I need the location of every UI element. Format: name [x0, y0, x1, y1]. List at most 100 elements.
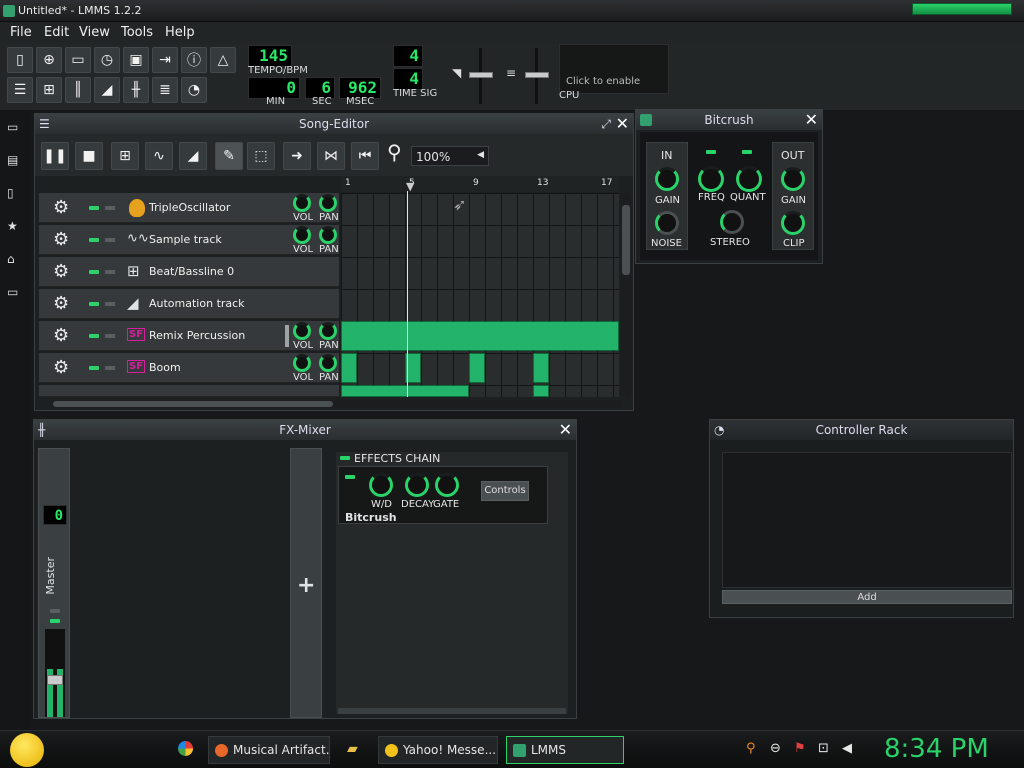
track-row[interactable]: ⚙ ⊞ Beat/Bassline 0 — [39, 257, 339, 287]
zoom-select[interactable]: 100% ◀ — [411, 146, 489, 166]
network-icon[interactable]: ⊡ — [818, 741, 829, 756]
track-row[interactable] — [39, 385, 339, 397]
start-menu-smiley-icon[interactable] — [10, 733, 44, 767]
menu-file[interactable]: File — [10, 25, 32, 40]
task-lmms[interactable]: LMMS — [506, 736, 624, 764]
beat-bassline-editor-button[interactable]: ⊞ — [36, 77, 62, 103]
freq-enable-led[interactable] — [706, 150, 716, 154]
track-name[interactable]: TripleOscillator — [149, 201, 230, 214]
freq-knob[interactable] — [698, 166, 724, 192]
gear-icon[interactable]: ⚙ — [53, 326, 69, 346]
vol-knob[interactable] — [293, 194, 311, 212]
add-controller-button[interactable]: Add — [722, 590, 1012, 604]
bitcrush-close-icon[interactable]: ✕ — [805, 111, 818, 129]
mute-led[interactable] — [89, 206, 99, 210]
loop-points-button[interactable]: ⋈ — [317, 142, 345, 170]
menu-view[interactable]: View — [79, 25, 110, 40]
pan-knob[interactable] — [319, 194, 337, 212]
solo-led[interactable] — [105, 302, 115, 306]
add-beat-bassline-button[interactable]: ⊞ — [111, 142, 139, 170]
horizontal-scrollbar[interactable] — [51, 400, 621, 408]
piano-roll-button[interactable]: ║ — [65, 77, 91, 103]
master-volume-slider[interactable]: ◥ — [452, 48, 493, 104]
menu-help[interactable]: Help — [165, 25, 195, 40]
track-row[interactable]: ⚙ SF Remix Percussion VOL PAN — [39, 321, 339, 351]
stop-button[interactable]: ■ — [75, 142, 103, 170]
solo-led[interactable] — [105, 206, 115, 210]
track-row[interactable]: ⚙ ∿∿ Sample track VOL PAN — [39, 225, 339, 255]
pan-knob[interactable] — [319, 322, 337, 340]
menu-edit[interactable]: Edit — [44, 25, 69, 40]
fx-mixer-button[interactable]: ╫ — [123, 77, 149, 103]
solo-led[interactable] — [105, 238, 115, 242]
vol-knob[interactable] — [293, 354, 311, 372]
gear-icon[interactable]: ⚙ — [53, 262, 69, 282]
mute-led[interactable] — [89, 334, 99, 338]
play-pause-button[interactable]: ❚❚ — [41, 142, 69, 170]
speaker-icon[interactable]: ◀ — [842, 741, 852, 756]
export-button[interactable]: ⇥ — [152, 47, 178, 73]
draw-mode-button[interactable]: ✎ — [215, 142, 243, 170]
gear-icon[interactable]: ⚙ — [53, 198, 69, 218]
song-editor-button[interactable]: ☰ — [7, 77, 33, 103]
controller-rack-button[interactable]: ◔ — [181, 77, 207, 103]
solo-led[interactable] — [105, 270, 115, 274]
track-row[interactable]: ⚙ ◢ Automation track — [39, 289, 339, 319]
pattern-clip[interactable] — [533, 353, 549, 383]
my-projects-icon[interactable]: ▤ — [7, 153, 21, 167]
task-musical-artifacts[interactable]: Musical Artifact... — [208, 736, 330, 764]
track-row[interactable]: ⚙ SF Boom VOL PAN — [39, 353, 339, 383]
menu-tools[interactable]: Tools — [121, 25, 153, 40]
add-automation-track-button[interactable]: ◢ — [179, 142, 207, 170]
automation-editor-button[interactable]: ◢ — [94, 77, 120, 103]
pattern-clip[interactable] — [341, 385, 469, 397]
fx-mixer-close-icon[interactable]: ✕ — [559, 421, 572, 439]
stop-behaviour-button[interactable]: ⏮ — [351, 142, 379, 170]
track-resize-handle[interactable] — [285, 325, 289, 347]
my-home-icon[interactable]: ⌂ — [7, 252, 21, 266]
pattern-clip[interactable] — [341, 353, 357, 383]
pattern-clip[interactable] — [469, 353, 485, 383]
maximize-icon[interactable]: ⤢ — [601, 114, 611, 134]
gear-icon[interactable]: ⚙ — [53, 294, 69, 314]
track-name[interactable]: Sample track — [149, 233, 222, 246]
wet-dry-knob[interactable] — [369, 473, 393, 497]
pan-knob[interactable] — [319, 354, 337, 372]
track-name[interactable]: Boom — [149, 361, 181, 374]
pan-knob[interactable] — [319, 226, 337, 244]
root-directory-icon[interactable]: ▭ — [7, 285, 21, 299]
tempo-lcd[interactable]: 145 — [248, 45, 292, 67]
song-grid[interactable]: ➶ — [341, 191, 619, 397]
instrument-plugins-icon[interactable]: ▭ — [7, 120, 21, 134]
flag-icon[interactable]: ⚑ — [794, 741, 806, 756]
solo-led[interactable] — [50, 609, 60, 613]
noise-knob[interactable] — [655, 211, 679, 235]
decay-knob[interactable] — [405, 473, 429, 497]
quant-enable-led[interactable] — [742, 150, 752, 154]
gear-icon[interactable]: ⚙ — [53, 230, 69, 250]
new-from-template-button[interactable]: ⊕ — [36, 47, 62, 73]
mute-led[interactable] — [89, 302, 99, 306]
vol-knob[interactable] — [293, 322, 311, 340]
master-channel-strip[interactable]: 0 Master — [38, 448, 70, 718]
taskbar-clock[interactable]: 8:34 PM — [884, 734, 989, 764]
task-yahoo-messenger[interactable]: Yahoo! Messe... — [378, 736, 498, 764]
mute-led[interactable] — [89, 366, 99, 370]
quant-knob[interactable] — [736, 166, 762, 192]
effect-controls-button[interactable]: Controls — [481, 481, 529, 501]
master-fader[interactable] — [45, 629, 65, 717]
timesig-numerator-lcd[interactable]: 4 — [393, 45, 423, 67]
my-presets-icon[interactable]: ★ — [7, 219, 21, 233]
track-name[interactable]: Remix Percussion — [149, 329, 245, 342]
out-gain-knob[interactable] — [781, 167, 805, 191]
track-name[interactable]: Beat/Bassline 0 — [149, 265, 234, 278]
solo-led[interactable] — [105, 334, 115, 338]
solo-led[interactable] — [105, 366, 115, 370]
in-gain-knob[interactable] — [655, 167, 679, 191]
mute-led[interactable] — [89, 238, 99, 242]
folder-icon[interactable]: ▰ — [347, 741, 358, 757]
song-editor-close-icon[interactable]: ✕ — [616, 115, 629, 133]
mute-led[interactable] — [50, 619, 60, 623]
mute-led[interactable] — [89, 270, 99, 274]
cpu-graph[interactable]: Click to enable — [559, 44, 669, 94]
